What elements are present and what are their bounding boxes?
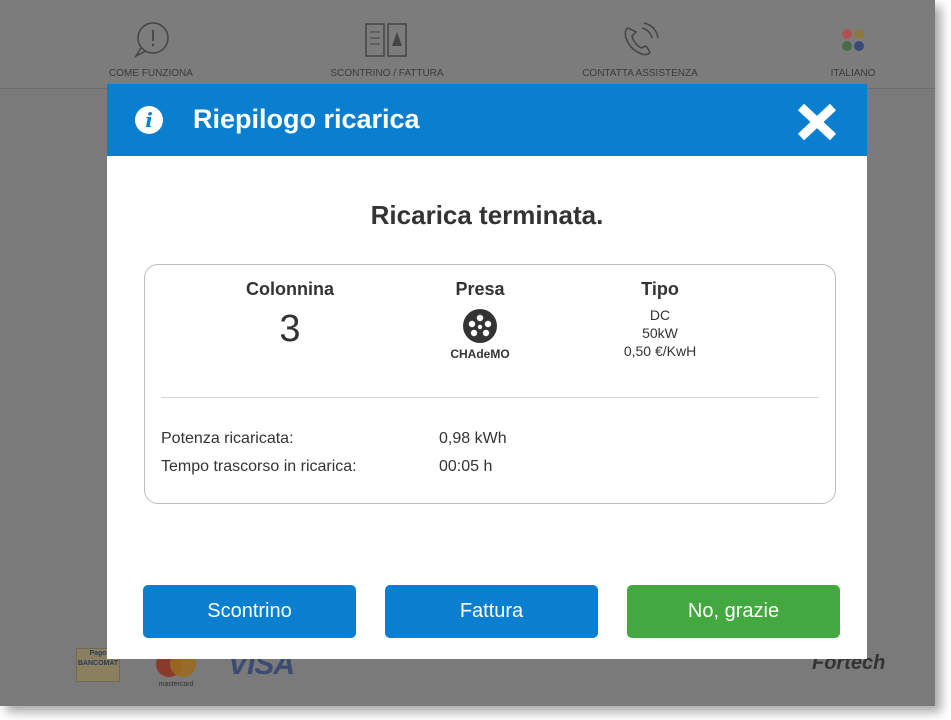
- energy-row: Potenza ricaricata: 0,98 kWh: [161, 430, 507, 448]
- alert-bubble-icon: [131, 18, 171, 62]
- plug-type-label: CHAdeMO: [450, 347, 510, 361]
- nav-label: CONTATTA ASSISTENZA: [582, 68, 698, 79]
- summary-box: Colonnina 3 Presa CHAdeMO Tipo DC 50kW 0…: [144, 264, 836, 504]
- info-icon: i: [135, 106, 163, 134]
- price-rate: 0,50 €/KwH: [623, 343, 697, 359]
- presa-column: Presa CHAdeMO: [435, 279, 525, 361]
- invoice-button[interactable]: Fattura: [385, 585, 598, 638]
- dialog-title: Riepilogo ricarica: [193, 104, 420, 134]
- nav-how-it-works[interactable]: COME FUNZIONA: [96, 0, 206, 88]
- top-navigation: COME FUNZIONA SCONTRINO / FATTURA CONTAT…: [0, 0, 935, 89]
- nav-language[interactable]: ITALIANO: [808, 0, 898, 88]
- presa-label: Presa: [455, 279, 505, 299]
- colonnina-column: Colonnina 3: [205, 279, 375, 351]
- time-row: Tempo trascorso in ricarica: 00:05 h: [161, 458, 492, 476]
- dialog-header: i Riepilogo ricarica: [107, 84, 867, 156]
- flags-icon: [835, 18, 871, 62]
- tipo-column: Tipo DC 50kW 0,50 €/KwH: [585, 279, 735, 360]
- bancomat-text: BANCOMAT: [77, 660, 119, 667]
- close-icon[interactable]: [796, 102, 838, 142]
- phone-icon: [618, 18, 662, 62]
- time-value: 00:05 h: [439, 458, 493, 475]
- energy-value: 0,98 kWh: [439, 430, 507, 447]
- nav-label: SCONTRINO / FATTURA: [330, 68, 444, 79]
- nav-receipt-invoice[interactable]: SCONTRINO / FATTURA: [322, 0, 452, 88]
- no-thanks-button[interactable]: No, grazie: [627, 585, 840, 638]
- receipt-button[interactable]: Scontrino: [143, 585, 356, 638]
- chademo-plug-icon: [435, 308, 525, 344]
- divider: [161, 397, 819, 398]
- time-label: Tempo trascorso in ricarica:: [161, 458, 357, 475]
- nav-label: COME FUNZIONA: [109, 68, 193, 79]
- status-heading: Ricarica terminata.: [370, 200, 604, 230]
- nav-contact-support[interactable]: CONTATTA ASSISTENZA: [570, 0, 710, 88]
- power-rating: 50kW: [642, 325, 678, 341]
- nav-label: ITALIANO: [830, 68, 876, 79]
- tipo-label: Tipo: [641, 279, 679, 299]
- charge-summary-dialog: i Riepilogo ricarica Ricarica terminata.…: [107, 84, 867, 659]
- mastercard-text: mastercard: [158, 681, 193, 688]
- receipt-icon: [362, 18, 412, 62]
- energy-label: Potenza ricaricata:: [161, 430, 294, 447]
- colonnina-label: Colonnina: [246, 279, 334, 299]
- current-type: DC: [649, 307, 671, 323]
- colonnina-number: 3: [279, 308, 301, 350]
